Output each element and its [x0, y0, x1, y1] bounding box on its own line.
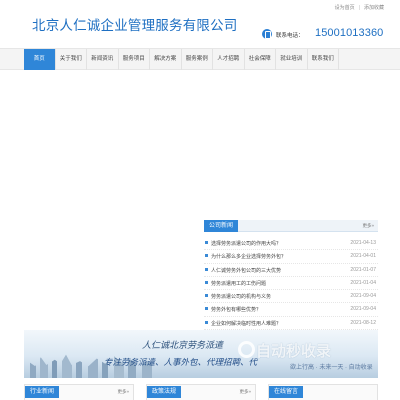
nav-item[interactable]: 服务项目 — [119, 49, 150, 70]
news-panel-title[interactable]: 公司新闻 — [204, 220, 238, 232]
news-row[interactable]: 劳务外包有哪些优势？ 2021-09-04 — [204, 303, 378, 317]
news-date: 2021-01-04 — [350, 279, 376, 286]
bullet-icon — [205, 254, 208, 258]
bullet-icon — [205, 307, 208, 311]
news-date: 2021-04-01 — [350, 253, 376, 260]
policy-more-link[interactable]: 更多» — [239, 389, 251, 395]
hotline-label: 联系电话： — [276, 33, 304, 39]
bullet-icon — [205, 280, 208, 284]
industry-news-more-link[interactable]: 更多» — [117, 389, 129, 395]
nav-item[interactable]: 就业培训 — [276, 49, 308, 70]
watermark-logo-icon — [238, 341, 255, 358]
banner-area — [0, 70, 400, 220]
nav-item[interactable]: 首页 — [24, 49, 56, 70]
bullet-icon — [205, 320, 208, 324]
news-more-link[interactable]: 更多» — [362, 223, 374, 229]
nav-item[interactable]: 关于我们 — [56, 49, 87, 70]
phone-icon — [262, 29, 272, 39]
news-row[interactable]: 人仁诚劳务外包公司的三大优势 2021-01-07 — [204, 264, 378, 277]
online-message-box: 在线留言 — [268, 384, 378, 400]
nav-item[interactable]: 新闻资讯 — [87, 49, 119, 70]
site-title[interactable]: 北京人仁诚企业管理服务有限公司 — [32, 14, 238, 34]
nav-item[interactable]: 服务案例 — [182, 49, 213, 70]
main-nav: 首页 关于我们 新闻资讯 服务项目 解决方案 服务案例 人才招聘 社会保障 就业培训 联系我们 — [0, 48, 400, 70]
news-row[interactable]: 为什么那么多企业选择劳务外包？ 2021-04-01 — [204, 250, 378, 264]
company-news-panel: 公司新闻 更多» 选择劳务派遣公司的作用大吗？ 2021-04-13 为什么那么多企… — [204, 220, 378, 331]
bullet-icon — [205, 241, 208, 244]
policy-title[interactable]: 政策法规 — [147, 386, 182, 398]
news-panel-header: 公司新闻 更多» — [204, 220, 378, 232]
news-row[interactable]: 劳务派遣用工的工伤问题 2021-01-04 — [204, 277, 378, 291]
nav-item[interactable]: 人才招聘 — [213, 49, 245, 70]
news-list: 选择劳务派遣公司的作用大吗？ 2021-04-13 为什么那么多企业选择劳务外包？ 2… — [204, 237, 378, 331]
promo-headline: 人仁诚北京劳务派遣 — [142, 341, 224, 351]
nav-item[interactable]: 社会保障 — [245, 49, 276, 70]
bullet-icon — [205, 267, 208, 271]
news-row[interactable]: 企业如何解决临时性用人难题？ 2021-08-12 — [204, 317, 378, 331]
site-header: 北京人仁诚企业管理服务有限公司 设为首页 | 添加收藏 联系电话： 15001013… — [0, 0, 400, 48]
nav-list: 首页 关于我们 新闻资讯 服务项目 解决方案 服务案例 人才招聘 社会保障 就业培训 联系我们 — [24, 49, 339, 70]
set-homepage-link[interactable]: 设为首页 — [333, 5, 357, 11]
news-title[interactable]: 劳务派遣公司的机构与义务 — [211, 293, 271, 300]
online-message-title[interactable]: 在线留言 — [269, 386, 304, 398]
nav-item[interactable]: 联系我们 — [308, 49, 339, 70]
news-title[interactable]: 劳务派遣用工的工伤问题 — [211, 280, 266, 287]
policy-box: 政策法规 更多» — [146, 384, 256, 400]
news-title[interactable]: 选择劳务派遣公司的作用大吗？ — [211, 240, 281, 247]
watermark-slogan: 欲上行高 · 未来一天 · 自动收录 — [290, 365, 373, 371]
news-date: 2021-01-07 — [350, 266, 376, 273]
bullet-icon — [205, 294, 208, 298]
news-date: 2021-09-04 — [350, 306, 376, 313]
promo-services: 专注劳务派遣、人事外包、代理招聘、代 — [104, 358, 258, 368]
news-title[interactable]: 人仁诚劳务外包公司的三大优势 — [211, 267, 281, 274]
industry-news-title[interactable]: 行业新闻 — [25, 386, 60, 398]
industry-news-box: 行业新闻 更多» — [24, 384, 134, 400]
hotline-number: 15001013360 — [315, 27, 384, 39]
bottom-sections: 行业新闻 更多» 政策法规 更多» 在线留言 — [24, 384, 378, 400]
news-title[interactable]: 企业如何解决临时性用人难题？ — [211, 320, 281, 327]
news-date: 2021-04-13 — [350, 240, 376, 246]
nav-item[interactable]: 解决方案 — [150, 49, 182, 70]
news-date: 2021-08-12 — [350, 319, 376, 326]
news-row[interactable]: 劳务派遣公司的机构与义务 2021-09-04 — [204, 290, 378, 304]
add-favorite-link[interactable]: 添加收藏 — [362, 5, 386, 11]
news-date: 2021-09-04 — [350, 293, 376, 300]
news-title[interactable]: 劳务外包有哪些优势？ — [211, 306, 261, 313]
watermark-text: 自动秒收录 — [256, 343, 332, 360]
news-row[interactable]: 选择劳务派遣公司的作用大吗？ 2021-04-13 — [204, 237, 378, 251]
promo-banner[interactable]: 人仁诚北京劳务派遣 专注劳务派遣、人事外包、代理招聘、代 自动秒收录 欲上行高 … — [24, 330, 378, 378]
top-links: 设为首页 | 添加收藏 — [333, 4, 386, 11]
news-title[interactable]: 为什么那么多企业选择劳务外包？ — [211, 253, 286, 260]
